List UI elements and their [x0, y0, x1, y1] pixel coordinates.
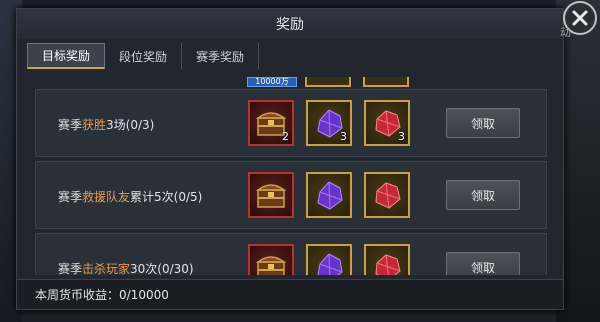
- purple-crystal-icon: [317, 253, 343, 275]
- weekly-earnings: 本周货币收益：0/10000: [17, 279, 563, 309]
- reward-slot[interactable]: 2: [248, 100, 294, 146]
- purple-crystal-icon: [317, 181, 343, 210]
- close-icon: [572, 10, 588, 26]
- red-crystal-icon: [375, 254, 401, 275]
- tab-season-rewards[interactable]: 赛季奖励: [182, 43, 260, 69]
- claim-button[interactable]: 领取: [446, 252, 520, 275]
- claim-button[interactable]: 领取: [446, 180, 520, 210]
- partial-reward-slot: [305, 77, 351, 87]
- task-suffix: 30次(0/30): [130, 261, 194, 276]
- partial-reward-slot: [363, 77, 409, 87]
- reward-slot[interactable]: [248, 172, 294, 218]
- task-label: 赛季 救援队友 累计5次(0/5): [58, 162, 202, 230]
- tab-rank-rewards[interactable]: 段位奖励: [105, 43, 183, 69]
- list-item: 赛季 救援队友 累计5次(0/5) 领取: [35, 161, 547, 229]
- task-highlight: 击杀玩家: [82, 261, 131, 276]
- reward-slot[interactable]: [248, 244, 294, 275]
- close-caption: 动: [560, 26, 571, 39]
- treasure-chest-icon: [255, 184, 287, 208]
- reward-list[interactable]: 10000万 赛季 获胜 3场(0/3) 2 3 3 领取 赛季 救援队友 累计…: [35, 75, 547, 275]
- reward-slot[interactable]: [306, 172, 352, 218]
- task-highlight: 获胜: [82, 117, 107, 132]
- task-label: 赛季 击杀玩家 30次(0/30): [58, 234, 194, 276]
- dialog-title: 奖励: [17, 9, 563, 39]
- tab-target-rewards[interactable]: 目标奖励: [27, 43, 106, 69]
- task-label: 赛季 获胜 3场(0/3): [58, 90, 154, 158]
- reward-slot[interactable]: 3: [364, 100, 410, 146]
- reward-quantity: 3: [398, 130, 405, 143]
- list-item: 赛季 击杀玩家 30次(0/30) 领取: [35, 233, 547, 275]
- task-prefix: 赛季: [58, 189, 83, 204]
- reward-quantity: 2: [282, 130, 289, 143]
- currency-badge: 10000万: [247, 77, 297, 87]
- task-suffix: 3场(0/3): [106, 117, 155, 132]
- list-item: 赛季 获胜 3场(0/3) 2 3 3 领取: [35, 89, 547, 157]
- task-prefix: 赛季: [58, 117, 83, 132]
- task-highlight: 救援队友: [82, 189, 131, 204]
- red-crystal-icon: [375, 182, 401, 209]
- claim-button[interactable]: 领取: [446, 108, 520, 138]
- reward-slot[interactable]: [364, 172, 410, 218]
- reward-dialog: 奖励 目标奖励 段位奖励 赛季奖励 10000万 赛季 获胜 3场(0/3) 2…: [16, 1, 597, 310]
- tab-bar: 目标奖励 段位奖励 赛季奖励: [27, 43, 260, 71]
- treasure-chest-icon: [255, 256, 287, 275]
- reward-slot[interactable]: [364, 244, 410, 275]
- task-suffix: 累计5次(0/5): [130, 189, 203, 204]
- task-prefix: 赛季: [58, 261, 83, 276]
- reward-slot[interactable]: 3: [306, 100, 352, 146]
- reward-quantity: 3: [340, 130, 347, 143]
- reward-slot[interactable]: [306, 244, 352, 275]
